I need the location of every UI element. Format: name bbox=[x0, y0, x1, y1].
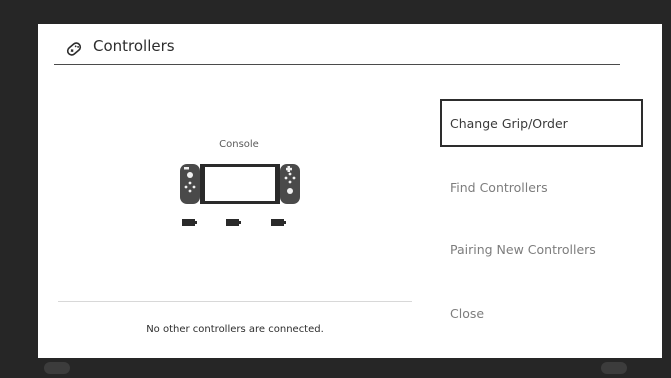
battery-icon bbox=[271, 219, 286, 226]
dialog-header: Controllers bbox=[54, 32, 620, 65]
divider bbox=[58, 301, 412, 302]
battery-indicators bbox=[181, 215, 293, 229]
pairing-new-controllers-button[interactable]: Pairing New Controllers bbox=[440, 225, 643, 273]
change-grip-order-button[interactable]: Change Grip/Order bbox=[440, 99, 643, 147]
battery-icon bbox=[226, 219, 241, 226]
controllers-dialog: Controllers Console No other controllers… bbox=[38, 24, 662, 358]
controller-icon bbox=[64, 39, 84, 59]
console-label: Console bbox=[219, 139, 259, 150]
close-button[interactable]: Close bbox=[440, 289, 643, 337]
dialog-title: Controllers bbox=[93, 37, 175, 55]
find-controllers-button[interactable]: Find Controllers bbox=[440, 163, 643, 211]
dimmed-hint-icon bbox=[44, 362, 70, 374]
status-message: No other controllers are connected. bbox=[146, 324, 324, 335]
switch-console-icon bbox=[180, 162, 300, 222]
battery-icon bbox=[182, 219, 197, 226]
dimmed-hint-icon bbox=[601, 362, 627, 374]
